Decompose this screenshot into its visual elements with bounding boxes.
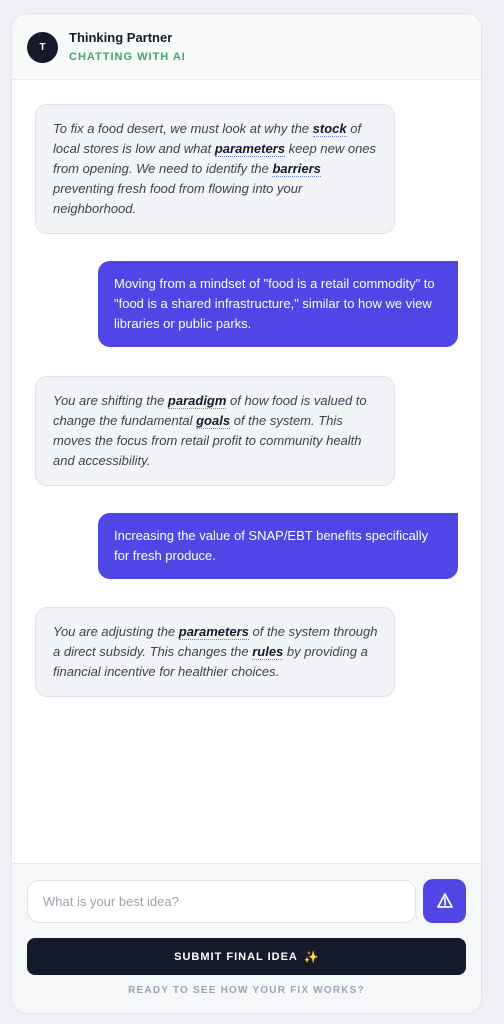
send-button[interactable] bbox=[423, 879, 466, 923]
chat-panel: T Thinking Partner CHATTING WITH AI To f… bbox=[11, 13, 482, 1014]
message-text: To fix a food desert, we must look at wh… bbox=[53, 121, 313, 136]
message-text: Moving from a mindset of "food is a reta… bbox=[114, 276, 435, 331]
submit-final-idea-button[interactable]: SUBMIT FINAL IDEA ✨ bbox=[27, 938, 466, 975]
message-text: Increasing the value of SNAP/EBT benefit… bbox=[114, 528, 429, 563]
keyword-term: stock bbox=[312, 121, 347, 137]
idea-input[interactable] bbox=[27, 880, 416, 923]
avatar: T bbox=[27, 32, 58, 63]
chat-status: CHATTING WITH AI bbox=[69, 51, 186, 63]
message-text: preventing fresh food from flowing into … bbox=[53, 181, 303, 216]
send-triangle-icon bbox=[436, 893, 453, 908]
ai-message: You are adjusting the parameters of the … bbox=[35, 607, 395, 697]
ai-message: To fix a food desert, we must look at wh… bbox=[35, 104, 395, 234]
keyword-term: parameters bbox=[214, 141, 285, 157]
composer: SUBMIT FINAL IDEA ✨ READY TO SEE HOW YOU… bbox=[12, 863, 481, 1013]
message-list[interactable]: To fix a food desert, we must look at wh… bbox=[12, 80, 481, 863]
keyword-term: rules bbox=[252, 644, 284, 660]
submit-label: SUBMIT FINAL IDEA bbox=[174, 950, 298, 963]
keyword-term: goals bbox=[196, 413, 231, 429]
user-message: Moving from a mindset of "food is a reta… bbox=[98, 261, 458, 347]
user-message: Increasing the value of SNAP/EBT benefit… bbox=[98, 513, 458, 579]
sparkle-icon: ✨ bbox=[303, 949, 319, 964]
keyword-term: paradigm bbox=[167, 393, 227, 409]
message-text: You are shifting the bbox=[53, 393, 168, 408]
message-text: You are adjusting the bbox=[53, 624, 179, 639]
ai-message: You are shifting the paradigm of how foo… bbox=[35, 376, 395, 486]
keyword-term: parameters bbox=[178, 624, 249, 640]
chat-header: T Thinking Partner CHATTING WITH AI bbox=[12, 14, 481, 80]
keyword-term: barriers bbox=[272, 161, 321, 177]
chat-title: Thinking Partner bbox=[69, 30, 173, 45]
hint-text: READY TO SEE HOW YOUR FIX WORKS? bbox=[128, 985, 365, 996]
